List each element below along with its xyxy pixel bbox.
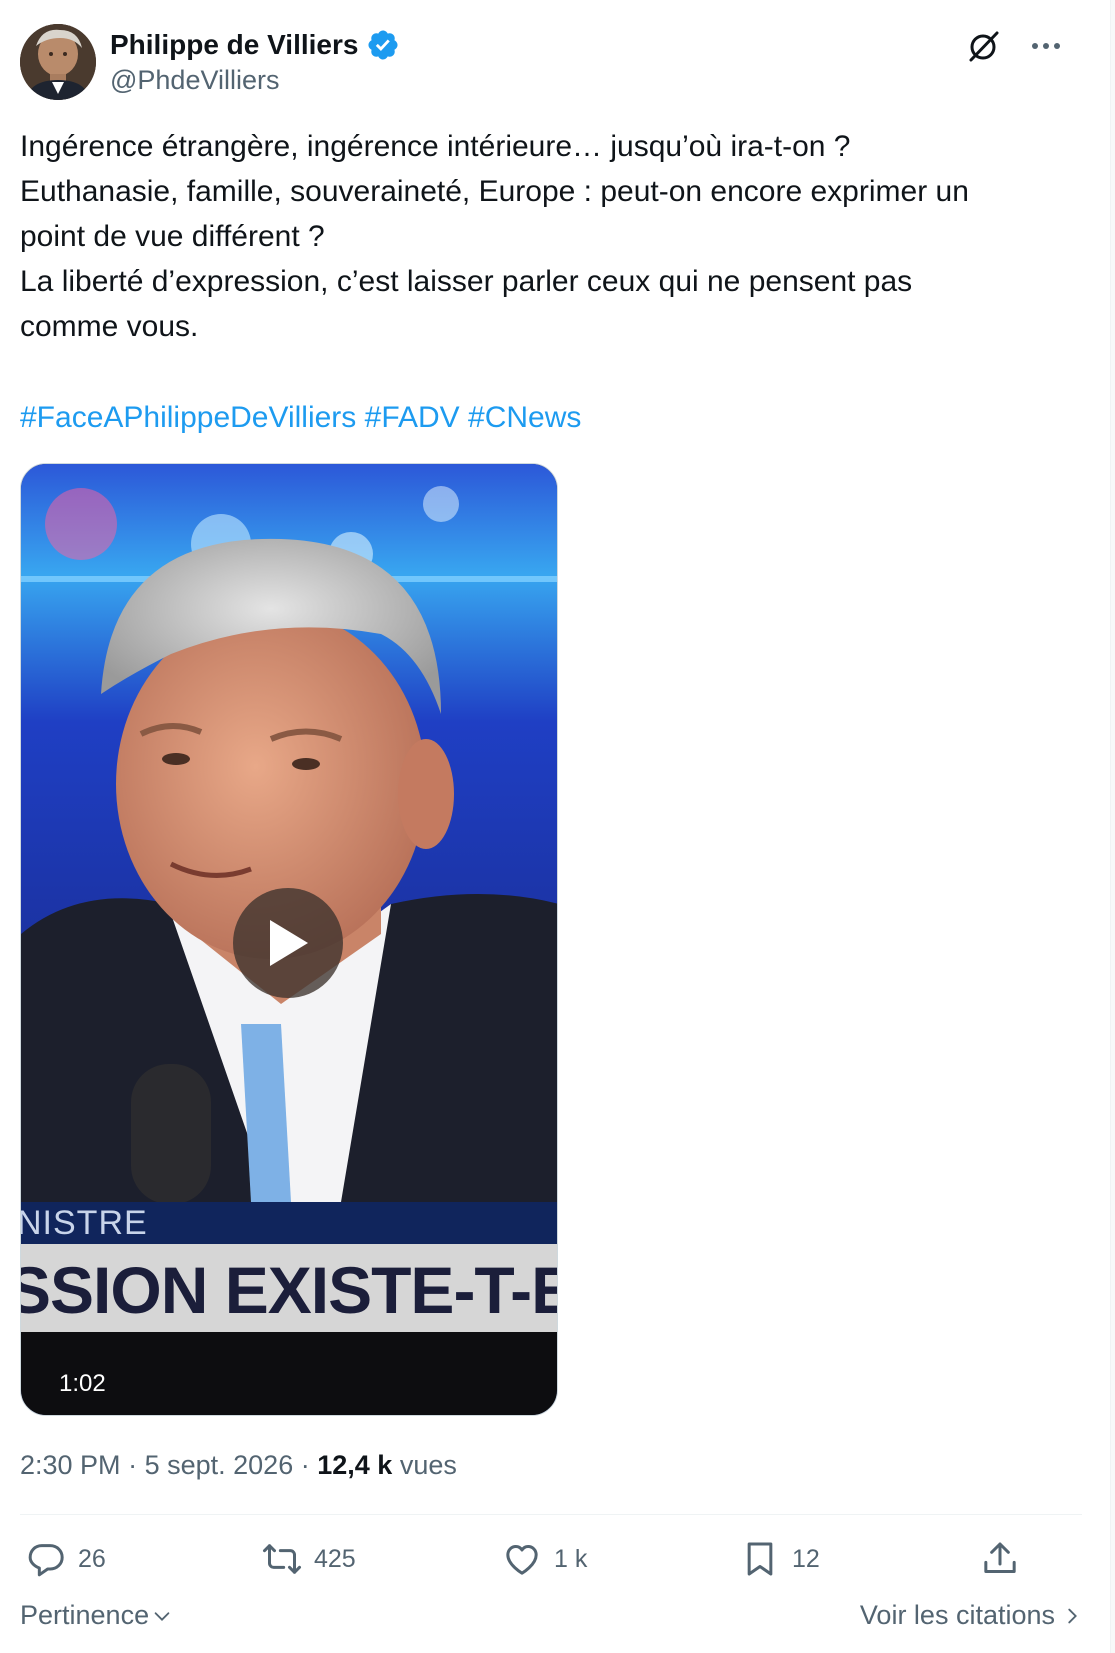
- tweet-header: Philippe de Villiers @PhdeVilliers: [20, 24, 1090, 100]
- video-banner-main-text: SSION EXISTE-T-ELLE: [21, 1253, 557, 1327]
- hashtags: #FaceAPhilippeDeVilliers #FADV #CNews: [20, 395, 581, 440]
- chevron-down-icon: [154, 1611, 170, 1621]
- video-banner-main: SSION EXISTE-T-ELLE: [21, 1244, 557, 1332]
- video-duration: 1:02: [59, 1370, 106, 1397]
- more-button[interactable]: [1024, 24, 1068, 68]
- bookmark-count: 12: [792, 1544, 820, 1573]
- hashtag-link[interactable]: #CNews: [468, 401, 581, 434]
- meta-separator: ·: [300, 1450, 310, 1480]
- tweet-date[interactable]: 5 sept. 2026: [145, 1450, 294, 1480]
- action-bar: 26 425 1 k 12: [20, 1528, 1082, 1590]
- hashtag-link[interactable]: #FaceAPhilippeDeVilliers: [20, 401, 356, 434]
- repost-count: 425: [314, 1544, 356, 1573]
- repost-icon: [263, 1544, 301, 1574]
- verified-badge-icon[interactable]: [366, 28, 400, 62]
- hashtag-link[interactable]: #FADV: [365, 401, 460, 434]
- tweet-meta: 2:30 PM · 5 sept. 2026 · 12,4 k vues: [20, 1450, 457, 1481]
- like-button[interactable]: 1 k: [502, 1528, 587, 1590]
- display-name[interactable]: Philippe de Villiers: [110, 29, 358, 61]
- video-banner-top: NISTRE: [20, 1202, 557, 1244]
- share-icon: [984, 1542, 1016, 1573]
- divider: [20, 1514, 1082, 1515]
- handle[interactable]: @PhdeVilliers: [110, 65, 280, 96]
- avatar-image: [20, 24, 96, 100]
- grok-button[interactable]: [962, 24, 1006, 68]
- scrollbar-track: [1110, 0, 1115, 1653]
- tweet-line: Euthanasie, famille, souveraineté, Europ…: [20, 175, 969, 208]
- view-quotes-label: Voir les citations: [859, 1600, 1055, 1630]
- video-thumbnail: [21, 464, 557, 1202]
- bookmark-icon: [747, 1542, 773, 1576]
- tweet-line: comme vous.: [20, 310, 199, 343]
- sort-label: Pertinence: [20, 1600, 150, 1630]
- chevron-right-icon: [1068, 1608, 1077, 1623]
- sort-dropdown[interactable]: Pertinence: [20, 1600, 173, 1631]
- tweet-text: Ingérence étrangère, ingérence intérieur…: [20, 124, 1090, 349]
- meta-separator: ·: [128, 1450, 138, 1480]
- bookmark-button[interactable]: 12: [740, 1528, 820, 1590]
- tweet-line: point de vue différent ?: [20, 220, 325, 253]
- like-icon: [506, 1545, 538, 1575]
- like-count: 1 k: [554, 1544, 588, 1573]
- reply-button[interactable]: 26: [26, 1528, 106, 1590]
- views-label: vues: [399, 1450, 457, 1480]
- avatar[interactable]: [20, 24, 96, 100]
- repost-button[interactable]: 425: [262, 1528, 356, 1590]
- reply-icon: [28, 1544, 64, 1577]
- play-button[interactable]: [233, 888, 343, 998]
- share-button[interactable]: [980, 1528, 1020, 1590]
- more-icon: [1032, 43, 1060, 49]
- grok-icon: [969, 31, 999, 62]
- view-quotes-link[interactable]: Voir les citations: [860, 1600, 1083, 1631]
- tweet-time[interactable]: 2:30 PM: [20, 1450, 121, 1480]
- video-player[interactable]: NISTRE SSION EXISTE-T-ELLE 1:02: [20, 463, 558, 1416]
- video-banner-top-text: NISTRE: [20, 1204, 148, 1242]
- reply-count: 26: [78, 1544, 106, 1573]
- tweet-line: La liberté d’expression, c’est laisser p…: [20, 265, 913, 298]
- play-icon: [270, 920, 308, 966]
- views-count: 12,4 k: [317, 1450, 393, 1480]
- tweet-line: Ingérence étrangère, ingérence intérieur…: [20, 130, 851, 163]
